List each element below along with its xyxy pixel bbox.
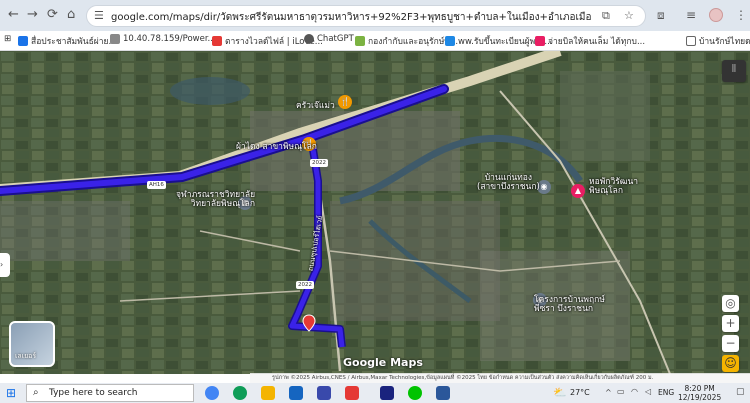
tray-chevron-icon[interactable]: ^: [605, 388, 612, 397]
extensions-icon[interactable]: ⧈: [657, 8, 665, 23]
clock-date: 12/19/2025: [678, 393, 722, 402]
route-shield: 2022: [310, 159, 328, 167]
wifi-icon[interactable]: ◠: [631, 387, 638, 396]
hotel-marker-icon[interactable]: ▲: [571, 184, 585, 198]
home-icon[interactable]: ⌂: [67, 8, 75, 22]
menu-icon[interactable]: ⋮: [735, 8, 747, 22]
bookmarks-bar: ⊞ สื่อประชาสัมพันธ์ผ่าย... 10.40.78.159/…: [0, 31, 750, 51]
place-label[interactable]: ครัวเจ๊แม่ว: [296, 98, 335, 112]
app-icon[interactable]: [345, 386, 359, 400]
place-label[interactable]: หอพักวิรัฒนา พิษณุโลก: [589, 178, 638, 196]
bookmark-item[interactable]: ChatGPT: [304, 34, 354, 44]
taskbar-search[interactable]: ⌕ Type here to search: [26, 384, 194, 402]
mail-icon[interactable]: [289, 386, 303, 400]
bookmark-favicon-icon: [212, 36, 222, 46]
weather-temp[interactable]: 27°C: [570, 388, 590, 397]
street-view-pegman-icon[interactable]: ☺: [722, 355, 739, 372]
place-label[interactable]: ผ้าไดง สาขาพิษณุโลก: [236, 139, 317, 153]
bookmark-favicon-icon: [355, 36, 365, 46]
url-text[interactable]: google.com/maps/dir/วัดพระศรีรัตนมหาธาตุ…: [111, 10, 591, 25]
line-icon[interactable]: [408, 386, 422, 400]
route-shield: 2022: [296, 281, 314, 289]
site-settings-icon[interactable]: ☰: [94, 9, 104, 22]
place-label[interactable]: จุฬาภรณราชวิทยาลัย วิทยาลัยพิษณุโลก: [176, 191, 255, 209]
bookmark-item[interactable]: สื่อประชาสัมพันธ์ผ่าย...: [18, 34, 117, 48]
profile-avatar[interactable]: [709, 8, 723, 22]
layers-label: เลเยอร์: [15, 352, 37, 360]
media-controls-icon[interactable]: ≡: [686, 8, 696, 22]
windows-taskbar: ⊞ ⌕ Type here to search ⛅ 27°C ^ ▭ ◠ ◁ E…: [0, 383, 750, 403]
bookmark-favicon-icon: [535, 36, 545, 46]
place-label[interactable]: โครงการบ้านพฤกษ์ พีซรา บึงราชนก: [534, 296, 605, 314]
browser-toolbar: ← → ⟳ ⌂ ☰ google.com/maps/dir/วัดพระศรีร…: [0, 0, 750, 31]
route-shield: AH16: [147, 181, 166, 189]
zoom-app-icon[interactable]: [380, 386, 394, 400]
volume-icon[interactable]: ◁: [645, 387, 651, 396]
weather-icon[interactable]: ⛅: [553, 386, 567, 400]
my-location-icon[interactable]: ◎: [722, 295, 739, 312]
search-placeholder: Type here to search: [49, 388, 138, 398]
bookmark-item[interactable]: จ่ายบิลให้คนเล็ม ได้ทุกบ...: [535, 34, 645, 48]
notifications-icon[interactable]: ▢: [736, 387, 745, 397]
map-attribution: รูปภาพ ©2025 Airbus,CNES / Airbus,Maxar …: [250, 373, 750, 383]
chrome-icon[interactable]: [205, 386, 219, 400]
bookmark-star-icon[interactable]: ☆: [624, 9, 634, 22]
zoom-in-button[interactable]: +: [722, 315, 739, 332]
reload-icon[interactable]: ⟳: [47, 8, 58, 22]
apps-grid-icon[interactable]: ⊞: [4, 34, 11, 44]
bookmark-folder[interactable]: บ้านรักษ์ไทยดด: [686, 34, 750, 48]
google-maps-logo: Google Maps: [343, 356, 423, 369]
collapse-panel-button[interactable]: ›: [0, 253, 10, 277]
place-label[interactable]: บ้านแก่นทอง (สาขาบึงราชนก): [477, 174, 540, 192]
language-indicator[interactable]: ENG: [658, 388, 674, 397]
open-in-app-icon[interactable]: ⧉: [602, 9, 610, 23]
folder-icon: [686, 36, 696, 46]
bookmark-favicon-icon: [110, 34, 120, 44]
store-icon[interactable]: [317, 386, 331, 400]
edge-icon[interactable]: [233, 386, 247, 400]
bookmark-item[interactable]: 10.40.78.159/Power...: [110, 34, 216, 44]
bookmark-favicon-icon: [18, 36, 28, 46]
word-icon[interactable]: [436, 386, 450, 400]
clock-time: 8:20 PM: [684, 384, 715, 393]
satellite-imagery: [0, 51, 750, 374]
bookmark-favicon-icon: [445, 36, 455, 46]
windows-start-icon[interactable]: ⊞: [6, 386, 16, 400]
forward-icon[interactable]: →: [27, 8, 38, 22]
apps-launcher-icon[interactable]: ⣿: [722, 60, 746, 82]
system-clock[interactable]: 8:20 PM 12/19/2025: [678, 384, 721, 402]
map-canvas[interactable]: 🍴 ครัวเจ๊แม่ว 🍴 ผ้าไดง สาขาพิษณุโลก ▦ จุ…: [0, 51, 750, 374]
chatgpt-icon: [304, 34, 314, 44]
search-icon: ⌕: [33, 387, 39, 398]
bookmark-item[interactable]: กองกำกับและอนุรักษ์พ...: [355, 34, 458, 48]
file-explorer-icon[interactable]: [261, 386, 275, 400]
restaurant-marker-icon[interactable]: 🍴: [338, 95, 352, 109]
zoom-out-button[interactable]: −: [722, 335, 739, 352]
address-bar[interactable]: ☰ google.com/maps/dir/วัดพระศรีรัตนมหาธา…: [86, 5, 646, 27]
layers-button[interactable]: เลเยอร์: [9, 321, 55, 367]
back-icon[interactable]: ←: [8, 8, 19, 22]
network-icon[interactable]: ▭: [617, 387, 625, 396]
